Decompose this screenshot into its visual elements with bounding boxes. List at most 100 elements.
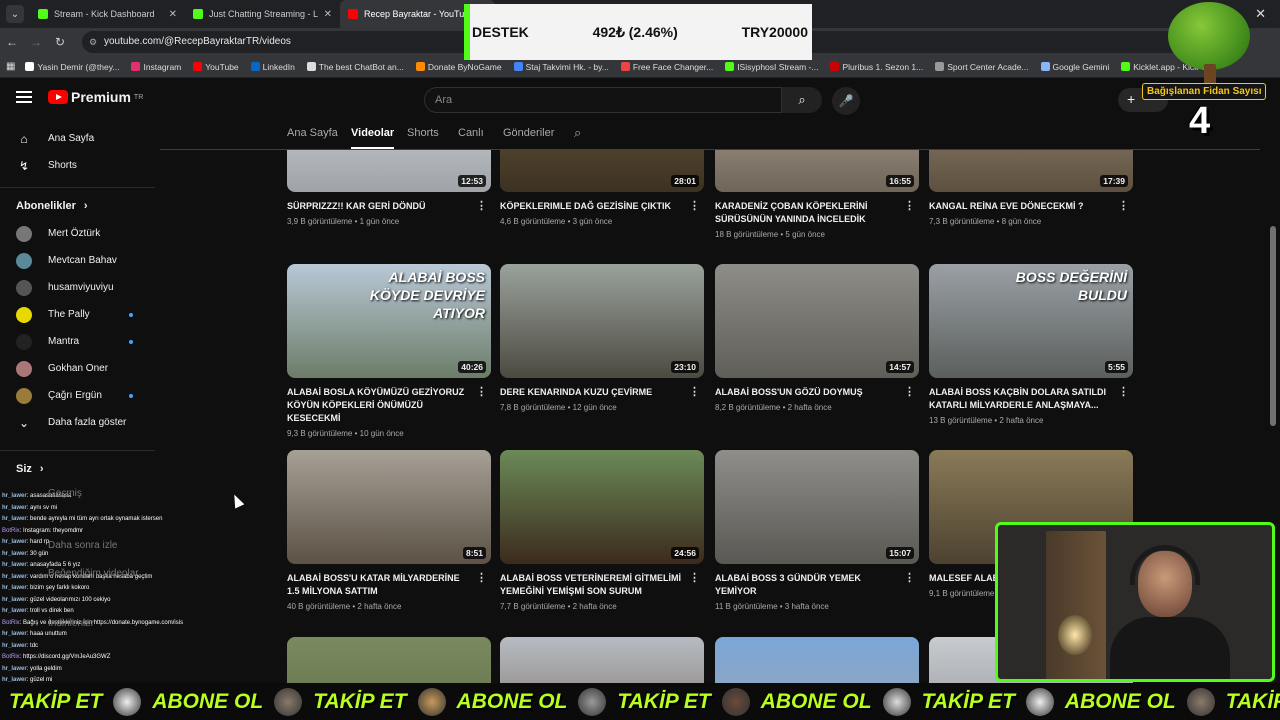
video-title[interactable]: ALABAİ BOSS VETERİNEREMİ GİTMELİMİ YEMEĞ… xyxy=(500,572,704,598)
more-vert-icon[interactable]: ⋮ xyxy=(904,200,915,213)
video-thumbnail[interactable]: 15:07 xyxy=(715,450,919,564)
more-vert-icon[interactable]: ⋮ xyxy=(904,386,915,399)
more-vert-icon[interactable]: ⋮ xyxy=(1118,200,1129,213)
video-card[interactable] xyxy=(500,637,704,685)
more-vert-icon[interactable]: ⋮ xyxy=(476,200,487,213)
video-card[interactable]: 28:01 KÖPEKLERIMLE DAĞ GEZİSİNE ÇIKTIK ⋮ 4,… xyxy=(500,150,704,226)
browser-tab[interactable]: Just Chatting Streaming - Live S ✕ xyxy=(185,0,340,28)
subscriptions-header[interactable]: Abonelikler › xyxy=(0,187,155,220)
bookmark-item[interactable]: Donate ByNoGame xyxy=(415,62,502,72)
more-vert-icon[interactable]: ⋮ xyxy=(476,572,487,585)
video-title[interactable]: ALABAİ BOSS'U KATAR MİLYARDERİNE 1.5 MİL… xyxy=(287,572,491,598)
scrollbar[interactable] xyxy=(1270,226,1276,426)
forward-icon[interactable]: → xyxy=(24,35,48,49)
video-thumbnail[interactable]: BOSS DEĞERİNİ BULDU 5:55 xyxy=(929,264,1133,378)
video-thumbnail[interactable] xyxy=(287,637,491,685)
sidebar-item-faded[interactable]: Beğendiğim videolar xyxy=(48,568,139,579)
video-card[interactable] xyxy=(287,637,491,685)
video-title[interactable]: KARADENİZ ÇOBAN KÖPEKLERİNİ SÜRÜSÜNÜN YA… xyxy=(715,200,919,226)
channel-search-icon[interactable]: ⌕ xyxy=(574,125,581,141)
apps-icon[interactable]: ▦ xyxy=(6,61,15,72)
sidebar-item-faded[interactable]: Daha sonra izle xyxy=(48,540,117,551)
bookmark-item[interactable]: The best ChatBot an... xyxy=(306,62,404,72)
search-input[interactable]: Ara xyxy=(424,87,782,113)
more-vert-icon[interactable]: ⋮ xyxy=(689,572,700,585)
tab-live[interactable]: Canlı xyxy=(458,127,484,139)
more-vert-icon[interactable]: ⋮ xyxy=(476,386,487,399)
video-thumbnail[interactable] xyxy=(500,637,704,685)
video-card[interactable]: 17:39 KANGAL REİNA EVE DÖNECEKMİ ? ⋮ 7,3 B … xyxy=(929,150,1133,226)
video-card[interactable]: 24:56 ALABAİ BOSS VETERİNEREMİ GİTMELİMİ … xyxy=(500,450,704,611)
tab-posts[interactable]: Gönderiler xyxy=(503,127,554,139)
video-card[interactable] xyxy=(715,637,919,685)
video-card[interactable]: ALABAİ BOSS KÖYDE DEVRİYE ATIYOR 40:26 ALA… xyxy=(287,264,491,438)
bookmark-item[interactable]: Instagram xyxy=(131,62,181,72)
video-thumbnail[interactable]: ALABAİ BOSS KÖYDE DEVRİYE ATIYOR 40:26 xyxy=(287,264,491,378)
video-thumbnail[interactable]: 28:01 xyxy=(500,150,704,192)
sidebar-subscription[interactable]: husamviyuviyu xyxy=(0,274,155,301)
video-card[interactable]: 23:10 DERE KENARINDA KUZU ÇEVİRME ⋮ 7,8 B g… xyxy=(500,264,704,412)
show-more-button[interactable]: ⌄ Daha fazla göster xyxy=(0,409,155,436)
video-thumbnail[interactable]: 16:55 xyxy=(715,150,919,192)
video-title[interactable]: ALABAİ BOSS 3 GÜNDÜR YEMEK YEMİYOR ⋮ xyxy=(715,572,919,598)
video-thumbnail[interactable]: 14:57 xyxy=(715,264,919,378)
youtube-premium-logo[interactable]: Premium TR xyxy=(48,89,143,105)
sidebar-item-faded[interactable]: Geçmiş xyxy=(48,488,82,499)
reload-icon[interactable]: ↻ xyxy=(48,35,72,49)
video-thumbnail[interactable]: 12:53 xyxy=(287,150,491,192)
video-card[interactable]: 16:55 KARADENİZ ÇOBAN KÖPEKLERİNİ SÜRÜSÜN… xyxy=(715,150,919,239)
search-icon[interactable]: ⌕ xyxy=(782,87,822,113)
bookmark-item[interactable]: YouTube xyxy=(193,62,239,72)
tab-search-dropdown-icon[interactable]: ⌄ xyxy=(6,5,24,23)
more-vert-icon[interactable]: ⋮ xyxy=(1118,386,1129,399)
video-title[interactable]: SÜRPRIZZZ!! KAR GERİ DÖNDÜ ⋮ xyxy=(287,200,491,213)
video-thumbnail[interactable]: 24:56 xyxy=(500,450,704,564)
video-title[interactable]: ALABAİ BOSLA KÖYÜMÜZÜ GEZİYORUZ KÖYÜN KÖ… xyxy=(287,386,491,425)
more-vert-icon[interactable]: ⋮ xyxy=(904,572,915,585)
sidebar-subscription[interactable]: Mantra xyxy=(0,328,155,355)
tab-home[interactable]: Ana Sayfa xyxy=(287,127,338,139)
tab-close-icon[interactable]: ✕ xyxy=(169,9,177,20)
bookmark-item[interactable]: Pluribus 1. Sezon 1... xyxy=(830,62,923,72)
video-thumbnail[interactable]: 17:39 xyxy=(929,150,1133,192)
more-vert-icon[interactable]: ⋮ xyxy=(689,200,700,213)
video-card[interactable]: BOSS DEĞERİNİ BULDU 5:55 ALABAİ BOSS KAÇBİ… xyxy=(929,264,1133,425)
sidebar-subscription[interactable]: Gokhan Oner xyxy=(0,355,155,382)
bookmark-item[interactable]: Staj Takvimi Hk. - by... xyxy=(513,62,609,72)
video-title[interactable]: ALABAİ BOSS KAÇBİN DOLARA SATILDI KATARL… xyxy=(929,386,1133,412)
sidebar-subscription[interactable]: The Pally xyxy=(0,301,155,328)
sidebar-item-shorts[interactable]: ↯ Shorts xyxy=(0,152,155,179)
menu-icon[interactable] xyxy=(16,91,32,103)
bookmark-item[interactable]: Free Face Changer... xyxy=(620,62,713,72)
more-vert-icon[interactable]: ⋮ xyxy=(689,386,700,399)
bookmark-item[interactable]: ISisyphosI Stream -... xyxy=(725,62,818,72)
video-thumbnail[interactable]: 8:51 xyxy=(287,450,491,564)
tab-close-icon[interactable]: ✕ xyxy=(324,9,332,20)
video-thumbnail[interactable] xyxy=(715,637,919,685)
video-card[interactable]: 15:07 ALABAİ BOSS 3 GÜNDÜR YEMEK YEMİYOR ⋮… xyxy=(715,450,919,611)
video-title[interactable]: KÖPEKLERIMLE DAĞ GEZİSİNE ÇIKTIK ⋮ xyxy=(500,200,704,213)
back-icon[interactable]: ← xyxy=(0,35,24,49)
bookmark-item[interactable]: Yasin Demir (@they... xyxy=(25,62,119,72)
you-header[interactable]: Siz › xyxy=(0,450,155,483)
video-title[interactable]: KANGAL REİNA EVE DÖNECEKMİ ? ⋮ xyxy=(929,200,1133,213)
bookmark-item[interactable]: Google Gemini xyxy=(1040,62,1109,72)
sidebar-item-home[interactable]: ⌂ Ana Sayfa xyxy=(0,125,155,152)
video-title[interactable]: DERE KENARINDA KUZU ÇEVİRME ⋮ xyxy=(500,386,704,399)
sidebar-subscription[interactable]: Mert Öztürk xyxy=(0,220,155,247)
tab-shorts[interactable]: Shorts xyxy=(407,127,439,139)
video-card[interactable]: 12:53 SÜRPRIZZZ!! KAR GERİ DÖNDÜ ⋮ 3,9 B gö… xyxy=(287,150,491,226)
microphone-icon[interactable]: 🎤 xyxy=(832,87,860,115)
tab-videos[interactable]: Videolar xyxy=(351,127,395,149)
sidebar-subscription[interactable]: Çağrı Ergün xyxy=(0,382,155,409)
video-card[interactable]: 8:51 ALABAİ BOSS'U KATAR MİLYARDERİNE 1.5… xyxy=(287,450,491,611)
video-thumbnail[interactable]: 23:10 xyxy=(500,264,704,378)
bookmark-item[interactable]: Sport Center Acade... xyxy=(935,62,1029,72)
browser-tab[interactable]: Stream - Kick Dashboard ✕ xyxy=(30,0,185,28)
video-title[interactable]: ALABAİ BOSS'UN GÖZÜ DOYMUŞ ⋮ xyxy=(715,386,919,399)
video-card[interactable]: 14:57 ALABAİ BOSS'UN GÖZÜ DOYMUŞ ⋮ 8,2 B gö… xyxy=(715,264,919,412)
sidebar-item-faded[interactable]: İndirilenler xyxy=(48,618,94,629)
bookmark-item[interactable]: LinkedIn xyxy=(250,62,295,72)
sidebar-subscription[interactable]: Mevtcan Bahav xyxy=(0,247,155,274)
site-info-icon[interactable]: ⚙ xyxy=(89,31,97,53)
